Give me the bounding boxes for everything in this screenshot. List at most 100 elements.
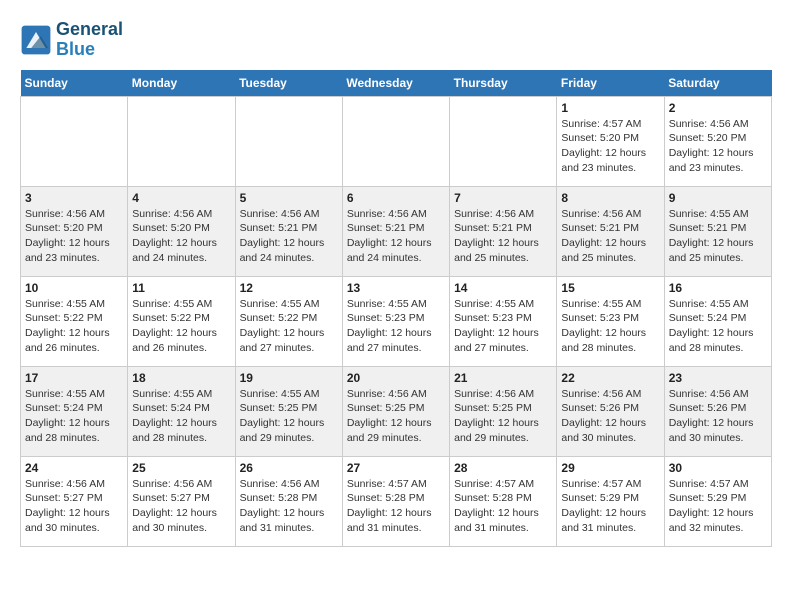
- day-number: 10: [25, 281, 123, 295]
- calendar-cell: [128, 96, 235, 186]
- day-info: Sunrise: 4:56 AM Sunset: 5:27 PM Dayligh…: [132, 477, 230, 536]
- day-number: 1: [561, 101, 659, 115]
- calendar-cell: 21Sunrise: 4:56 AM Sunset: 5:25 PM Dayli…: [450, 366, 557, 456]
- day-info: Sunrise: 4:56 AM Sunset: 5:21 PM Dayligh…: [347, 207, 445, 266]
- calendar-cell: 10 Sunrise: 4:55 AM Sunset: 5:22 PM Dayli…: [21, 276, 128, 366]
- weekday-header-thursday: Thursday: [450, 70, 557, 97]
- calendar-cell: 22Sunrise: 4:56 AM Sunset: 5:26 PM Dayli…: [557, 366, 664, 456]
- day-number: 26: [240, 461, 338, 475]
- day-info: Sunrise: 4:55 AM Sunset: 5:21 PM Dayligh…: [669, 207, 767, 266]
- day-number: 29: [561, 461, 659, 475]
- day-number: 4: [132, 191, 230, 205]
- day-number: 8: [561, 191, 659, 205]
- day-number: 16: [669, 281, 767, 295]
- day-info: Sunrise: 4:55 AM Sunset: 5:24 PM Dayligh…: [669, 297, 767, 356]
- calendar-cell: 17 Sunrise: 4:55 AM Sunset: 5:24 PM Dayli…: [21, 366, 128, 456]
- day-number: 19: [240, 371, 338, 385]
- day-info: Sunrise: 4:56 AM Sunset: 5:26 PM Dayligh…: [669, 387, 767, 446]
- day-info: Sunrise: 4:55 AM Sunset: 5:23 PM Dayligh…: [347, 297, 445, 356]
- calendar-header-row: SundayMondayTuesdayWednesdayThursdayFrid…: [21, 70, 772, 97]
- day-number: 24: [25, 461, 123, 475]
- day-info: Sunrise: 4:55 AM Sunset: 5:24 PM Dayligh…: [25, 387, 123, 446]
- calendar-cell: 9Sunrise: 4:55 AM Sunset: 5:21 PM Daylig…: [664, 186, 771, 276]
- calendar-cell: 24Sunrise: 4:56 AM Sunset: 5:27 PM Dayli…: [21, 456, 128, 546]
- calendar-week-row: 24 Sunrise: 4:56 AM Sunset: 5:27 PM Dayli…: [21, 456, 772, 546]
- calendar-cell: 5 Sunrise: 4:56 AM Sunset: 5:21 PM Daylig…: [235, 186, 342, 276]
- weekday-header-saturday: Saturday: [664, 70, 771, 97]
- calendar-cell: 18 Sunrise: 4:55 AM Sunset: 5:24 PM Dayli…: [128, 366, 235, 456]
- day-info: Sunrise: 4:56 AM Sunset: 5:28 PM Dayligh…: [240, 477, 338, 536]
- day-info: Sunrise: 4:55 AM Sunset: 5:22 PM Dayligh…: [25, 297, 123, 356]
- day-info: Sunrise: 4:56 AM Sunset: 5:21 PM Dayligh…: [454, 207, 552, 266]
- weekday-header-monday: Monday: [128, 70, 235, 97]
- weekday-header-tuesday: Tuesday: [235, 70, 342, 97]
- day-info: Sunrise: 4:57 AM Sunset: 5:28 PM Dayligh…: [347, 477, 445, 536]
- calendar-cell: 4 Sunrise: 4:56 AM Sunset: 5:20 PM Daylig…: [128, 186, 235, 276]
- day-info: Sunrise: 4:56 AM Sunset: 5:21 PM Dayligh…: [561, 207, 659, 266]
- calendar-cell: 13 Sunrise: 4:55 AM Sunset: 5:23 PM Dayli…: [342, 276, 449, 366]
- day-info: Sunrise: 4:56 AM Sunset: 5:25 PM Dayligh…: [454, 387, 552, 446]
- day-number: 18: [132, 371, 230, 385]
- day-number: 27: [347, 461, 445, 475]
- logo: General Blue: [20, 20, 123, 60]
- day-number: 17: [25, 371, 123, 385]
- day-info: Sunrise: 4:57 AM Sunset: 5:20 PM Dayligh…: [561, 117, 659, 176]
- day-info: Sunrise: 4:55 AM Sunset: 5:22 PM Dayligh…: [240, 297, 338, 356]
- day-number: 23: [669, 371, 767, 385]
- day-number: 12: [240, 281, 338, 295]
- calendar-week-row: 3 Sunrise: 4:56 AM Sunset: 5:20 PM Daylig…: [21, 186, 772, 276]
- weekday-header-sunday: Sunday: [21, 70, 128, 97]
- day-number: 7: [454, 191, 552, 205]
- calendar-cell: 3 Sunrise: 4:56 AM Sunset: 5:20 PM Daylig…: [21, 186, 128, 276]
- day-info: Sunrise: 4:55 AM Sunset: 5:22 PM Dayligh…: [132, 297, 230, 356]
- day-info: Sunrise: 4:55 AM Sunset: 5:24 PM Dayligh…: [132, 387, 230, 446]
- day-info: Sunrise: 4:56 AM Sunset: 5:20 PM Dayligh…: [669, 117, 767, 176]
- day-info: Sunrise: 4:57 AM Sunset: 5:29 PM Dayligh…: [561, 477, 659, 536]
- calendar-week-row: 10 Sunrise: 4:55 AM Sunset: 5:22 PM Dayli…: [21, 276, 772, 366]
- calendar-cell: 26 Sunrise: 4:56 AM Sunset: 5:28 PM Dayli…: [235, 456, 342, 546]
- day-number: 6: [347, 191, 445, 205]
- day-info: Sunrise: 4:55 AM Sunset: 5:23 PM Dayligh…: [454, 297, 552, 356]
- weekday-header-friday: Friday: [557, 70, 664, 97]
- day-info: Sunrise: 4:56 AM Sunset: 5:21 PM Dayligh…: [240, 207, 338, 266]
- day-number: 22: [561, 371, 659, 385]
- calendar-cell: 6 Sunrise: 4:56 AM Sunset: 5:21 PM Daylig…: [342, 186, 449, 276]
- day-number: 30: [669, 461, 767, 475]
- day-number: 5: [240, 191, 338, 205]
- day-number: 13: [347, 281, 445, 295]
- calendar-cell: [235, 96, 342, 186]
- calendar-cell: 1 Sunrise: 4:57 AM Sunset: 5:20 PM Daylig…: [557, 96, 664, 186]
- calendar-cell: 29 Sunrise: 4:57 AM Sunset: 5:29 PM Dayli…: [557, 456, 664, 546]
- calendar-cell: 30 Sunrise: 4:57 AM Sunset: 5:29 PM Dayli…: [664, 456, 771, 546]
- day-number: 15: [561, 281, 659, 295]
- calendar-cell: 25 Sunrise: 4:56 AM Sunset: 5:27 PM Dayli…: [128, 456, 235, 546]
- day-info: Sunrise: 4:57 AM Sunset: 5:29 PM Dayligh…: [669, 477, 767, 536]
- calendar-cell: [450, 96, 557, 186]
- calendar-cell: 19 Sunrise: 4:55 AM Sunset: 5:25 PM Dayli…: [235, 366, 342, 456]
- day-info: Sunrise: 4:55 AM Sunset: 5:25 PM Dayligh…: [240, 387, 338, 446]
- calendar-cell: 28 Sunrise: 4:57 AM Sunset: 5:28 PM Dayli…: [450, 456, 557, 546]
- calendar-cell: [342, 96, 449, 186]
- calendar-cell: 20Sunrise: 4:56 AM Sunset: 5:25 PM Dayli…: [342, 366, 449, 456]
- calendar-table: SundayMondayTuesdayWednesdayThursdayFrid…: [20, 70, 772, 547]
- calendar-cell: 8 Sunrise: 4:56 AM Sunset: 5:21 PM Daylig…: [557, 186, 664, 276]
- calendar-cell: 14 Sunrise: 4:55 AM Sunset: 5:23 PM Dayli…: [450, 276, 557, 366]
- day-number: 28: [454, 461, 552, 475]
- logo-icon: [20, 24, 52, 56]
- calendar-cell: 12 Sunrise: 4:55 AM Sunset: 5:22 PM Dayli…: [235, 276, 342, 366]
- day-number: 3: [25, 191, 123, 205]
- day-info: Sunrise: 4:57 AM Sunset: 5:28 PM Dayligh…: [454, 477, 552, 536]
- day-info: Sunrise: 4:56 AM Sunset: 5:20 PM Dayligh…: [25, 207, 123, 266]
- day-number: 2: [669, 101, 767, 115]
- calendar-cell: 23 Sunrise: 4:56 AM Sunset: 5:26 PM Dayli…: [664, 366, 771, 456]
- calendar-week-row: 17 Sunrise: 4:55 AM Sunset: 5:24 PM Dayli…: [21, 366, 772, 456]
- day-number: 11: [132, 281, 230, 295]
- day-info: Sunrise: 4:55 AM Sunset: 5:23 PM Dayligh…: [561, 297, 659, 356]
- calendar-cell: 11 Sunrise: 4:55 AM Sunset: 5:22 PM Dayli…: [128, 276, 235, 366]
- day-number: 25: [132, 461, 230, 475]
- day-info: Sunrise: 4:56 AM Sunset: 5:20 PM Dayligh…: [132, 207, 230, 266]
- logo-blue: Blue: [56, 39, 95, 59]
- day-number: 14: [454, 281, 552, 295]
- logo-general: General: [56, 19, 123, 39]
- page-header: General Blue: [20, 20, 772, 60]
